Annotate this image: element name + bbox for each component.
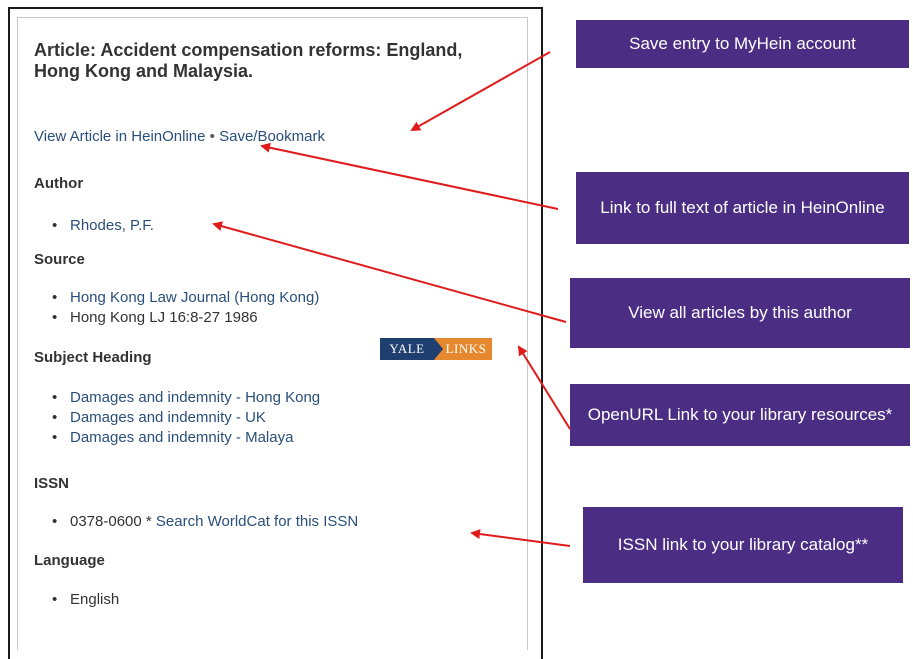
arrow-issn — [470, 529, 571, 547]
annotation-arrows — [212, 51, 571, 547]
arrow-save — [410, 51, 551, 131]
arrow-fulltext — [260, 142, 559, 210]
arrow-author — [212, 221, 567, 323]
arrow-openurl — [517, 345, 571, 430]
